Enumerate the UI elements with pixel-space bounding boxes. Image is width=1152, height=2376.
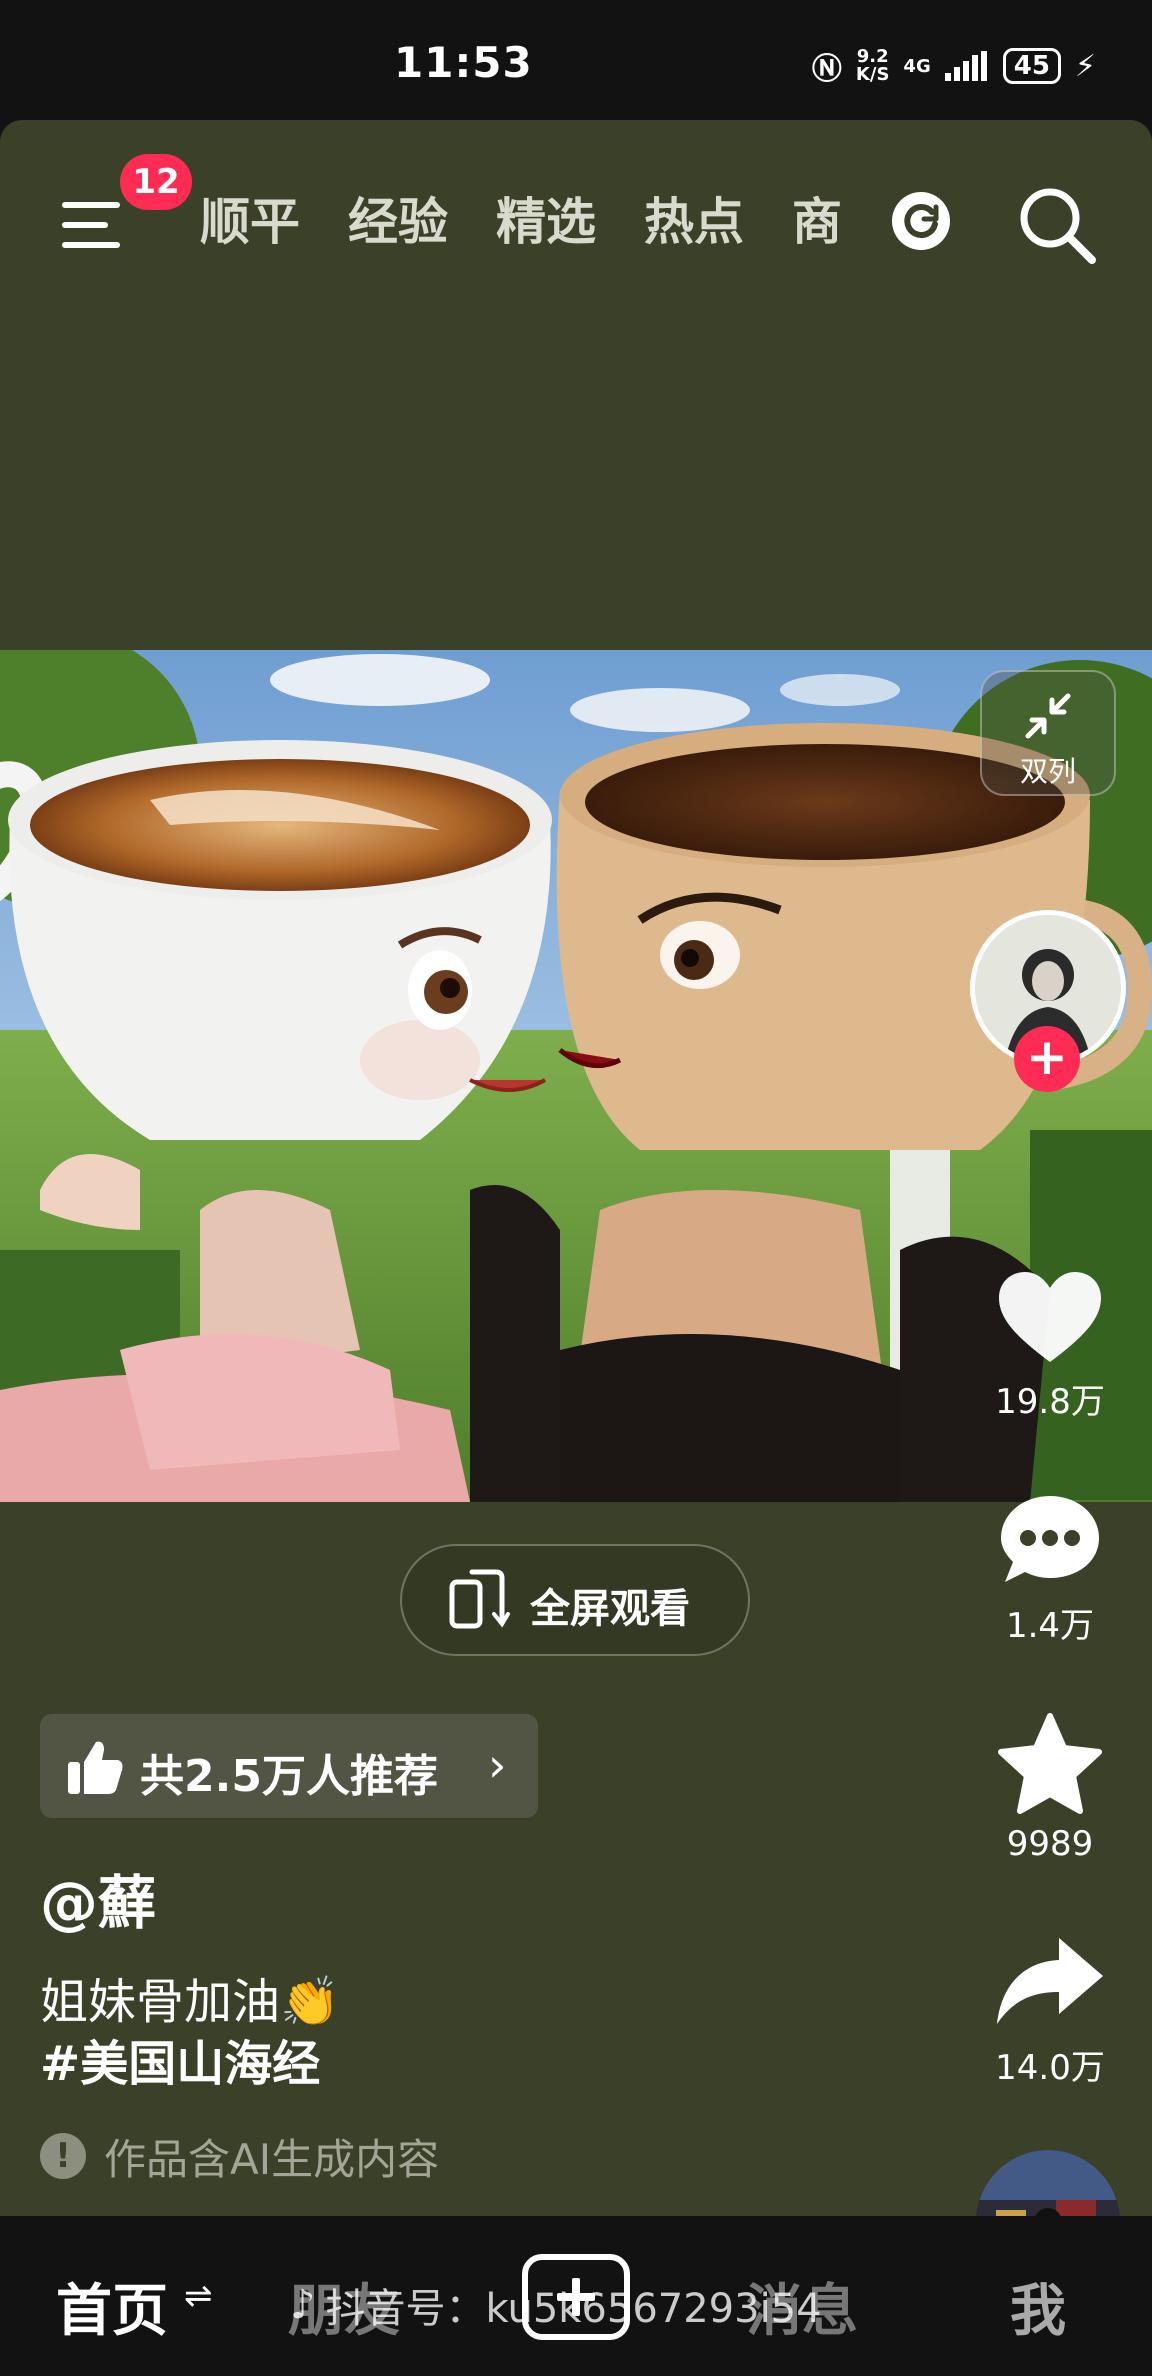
search-icon [1020,188,1096,264]
nav-me[interactable]: 我 [1010,2266,1066,2347]
nfc-icon: Ⓝ [811,52,842,87]
like-button[interactable]: 19.8万 [970,1270,1130,1423]
music-disc[interactable] [976,2150,1120,2216]
tab-experience[interactable]: 经验 [348,182,448,262]
comment-count: 1.4万 [1005,1606,1095,1646]
refresh-icon [904,204,939,239]
chevron-right-icon: › [488,1738,507,1792]
ai-content-notice: ! 作品含AI生成内容 [40,2130,439,2184]
author-name[interactable]: @蘚 [40,1856,156,1940]
channel-tabs: 顺平 经验 精选 热点商 [200,182,870,262]
heart-icon [999,1272,1101,1362]
warning-icon: ! [40,2133,86,2179]
fullscreen-phone-icon [449,1569,510,1629]
tab-featured[interactable]: 精选 [496,182,596,262]
favorite-count: 9989 [1006,1824,1094,1864]
star-icon [998,1713,1102,1814]
music-disc-cover [976,2150,1120,2216]
collapse-arrows-icon [1025,693,1071,739]
swap-icon[interactable]: ⇌ [184,2276,213,2316]
ai-notice-text: 作品含AI生成内容 [104,2134,440,2184]
recommend-chip[interactable]: 共2.5万人推荐 › [40,1714,538,1818]
like-count: 19.8万 [995,1382,1105,1422]
share-count: 14.0万 [995,2048,1105,2088]
follow-plus-button[interactable]: + [1014,1026,1080,1092]
watermark-text: 抖音号：ku5k6567293i54 [325,2286,822,2332]
video-description: 姐妹骨加油👏 [40,1974,340,2030]
share-button[interactable]: 14.0万 [970,1932,1130,2089]
recommend-text: 共2.5万人推荐 [140,1751,438,1802]
douyin-watermark: ♪ 抖音号：ku5k6567293i54 [290,2276,822,2334]
status-time: 11:53 [394,38,533,87]
tiktok-logo-icon: ♪ [290,2282,316,2328]
net-speed: 9.2 K/S [856,48,890,84]
refresh-button[interactable] [892,192,950,250]
notification-badge: 12 [120,154,192,210]
plus-icon: + [1026,1028,1068,1086]
favorite-button[interactable]: 9989 [970,1712,1130,1864]
feed-screen: 12 顺平 经验 精选 热点商 双列 + 19.8万 1.4万 9989 14.… [0,120,1152,2216]
fullscreen-button[interactable]: 全屏观看 [400,1544,750,1656]
status-bar: 11:53 Ⓝ 9.2 K/S 4G 45 ⚡ [0,0,1152,120]
dual-column-label: 双列 [1019,755,1076,788]
fullscreen-label: 全屏观看 [530,1586,690,1632]
share-icon [997,1938,1103,2024]
menu-button[interactable] [56,188,126,258]
net-speed-unit: K/S [855,64,890,85]
search-button[interactable] [1012,180,1102,270]
top-navigation: 12 顺平 经验 精选 热点商 [0,150,1152,280]
comment-icon [1001,1496,1099,1582]
hashtag-link[interactable]: #美国山海经 [40,2024,320,2094]
tab-hot[interactable]: 热点 [644,182,744,262]
tab-mall[interactable]: 商 [792,182,842,262]
comment-button[interactable]: 1.4万 [970,1490,1130,1647]
tab-shunping[interactable]: 顺平 [200,182,300,262]
status-indicators: Ⓝ 9.2 K/S 4G 45 ⚡ [812,44,1096,88]
thumbs-up-icon [68,1741,123,1794]
battery-indicator: 45 [1002,48,1061,84]
network-type: 4G [903,55,931,77]
nav-home[interactable]: 首页 [56,2266,168,2347]
dual-column-button[interactable]: 双列 [980,670,1116,796]
charging-icon: ⚡ [1074,48,1096,84]
signal-icon [944,51,987,81]
